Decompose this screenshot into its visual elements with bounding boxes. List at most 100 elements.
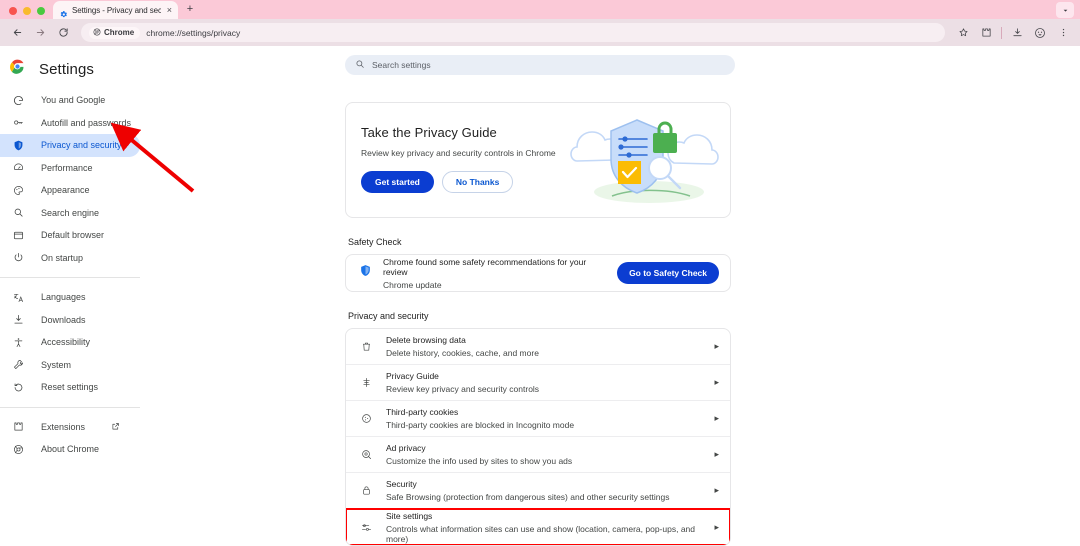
sidebar-item-label: Autofill and passwords — [41, 117, 132, 128]
safety-check-section-label: Safety Check — [348, 237, 402, 247]
sidebar-item-label: Default browser — [41, 230, 105, 241]
sidebar-item-label: Extensions — [41, 421, 86, 432]
privacy-guide-subtitle: Review key privacy and security controls… — [361, 148, 556, 158]
puzzle-icon[interactable] — [975, 22, 997, 44]
sidebar-item-you-and-google[interactable]: You and Google — [0, 89, 140, 112]
download-icon[interactable] — [1006, 22, 1028, 44]
maximize-window-button[interactable] — [37, 7, 45, 15]
trash-icon — [360, 341, 373, 352]
chrome-chip-label: Chrome — [104, 28, 135, 37]
sidebar-item-on-startup[interactable]: On startup — [0, 247, 140, 270]
sidebar-item-label: Accessibility — [41, 337, 91, 348]
sidebar-item-downloads[interactable]: Downloads — [0, 309, 140, 332]
row-subtitle: Customize the info used by sites to show… — [386, 456, 573, 466]
key-icon — [12, 117, 25, 128]
settings-sidebar: Settings You and Google Autofill and pas… — [0, 46, 345, 546]
tab-title: Settings - Privacy and securit — [72, 5, 161, 15]
browser-tab[interactable]: Settings - Privacy and securit × — [53, 1, 178, 19]
sidebar-item-default-browser[interactable]: Default browser — [0, 224, 140, 247]
row-texts: Privacy Guide Review key privacy and sec… — [386, 371, 701, 394]
row-subtitle: Third-party cookies are blocked in Incog… — [386, 420, 575, 430]
browser-window-icon — [12, 230, 25, 241]
chevron-down-icon[interactable] — [1056, 2, 1074, 18]
row-delete-browsing-data[interactable]: Delete browsing data Delete history, coo… — [346, 329, 730, 365]
sidebar-item-label: Performance — [41, 162, 93, 173]
row-site-settings[interactable]: Site settings Controls what information … — [346, 508, 730, 545]
browser-toolbar: Chrome chrome://settings/privacy — [0, 19, 1080, 46]
row-title: Third-party cookies — [386, 407, 459, 417]
close-window-button[interactable] — [9, 7, 17, 15]
new-tab-button[interactable]: + — [181, 0, 199, 18]
go-to-safety-check-button[interactable]: Go to Safety Check — [617, 262, 719, 284]
search-input[interactable]: Search settings — [345, 55, 735, 75]
sliders-icon — [360, 522, 373, 533]
privacy-guide-text: Take the Privacy Guide Review key privac… — [346, 103, 561, 217]
minimize-window-button[interactable] — [23, 7, 31, 15]
chrome-origin-chip: Chrome — [89, 26, 141, 39]
sidebar-item-accessibility[interactable]: Accessibility — [0, 331, 140, 354]
row-texts: Delete browsing data Delete history, coo… — [386, 335, 701, 358]
row-title: Privacy Guide — [386, 371, 439, 381]
external-link-icon[interactable] — [111, 422, 120, 431]
search-settings-wrapper: Search settings — [345, 55, 735, 75]
safety-check-subtitle: Chrome update — [383, 279, 442, 290]
row-third-party-cookies[interactable]: Third-party cookies Third-party cookies … — [346, 401, 730, 437]
extensions-icon — [12, 421, 25, 432]
sidebar-item-system[interactable]: System — [0, 354, 140, 377]
ad-privacy-icon — [360, 449, 373, 460]
sidebar-item-privacy-and-security[interactable]: Privacy and security — [0, 134, 140, 157]
accessibility-icon — [12, 337, 25, 348]
reset-icon — [12, 382, 25, 393]
sidebar-item-label: On startup — [41, 252, 84, 263]
power-icon — [12, 252, 25, 263]
sidebar-divider — [0, 406, 140, 408]
get-started-button[interactable]: Get started — [361, 171, 434, 193]
translate-icon — [12, 292, 25, 303]
browser-window: Settings - Privacy and securit × + Chrom… — [0, 0, 1080, 546]
google-g-icon — [12, 95, 25, 106]
sidebar-item-about-chrome[interactable]: About Chrome — [0, 438, 140, 461]
shield-filled-icon — [359, 264, 372, 282]
star-icon[interactable] — [952, 22, 974, 44]
three-dot-menu-icon[interactable] — [1052, 22, 1074, 44]
forward-arrow-icon[interactable] — [29, 22, 51, 44]
settings-main: Search settings Take the Privacy Guide R… — [345, 46, 1080, 546]
safety-check-card[interactable]: Chrome found some safety recommendations… — [345, 254, 731, 292]
sidebar-item-extensions[interactable]: Extensions — [0, 416, 140, 439]
safety-check-title: Chrome found some safety recommendations… — [383, 256, 587, 277]
row-title: Ad privacy — [386, 443, 426, 453]
row-ad-privacy[interactable]: Ad privacy Customize the info used by si… — [346, 437, 730, 473]
wrench-icon — [12, 359, 25, 370]
sidebar-item-languages[interactable]: Languages — [0, 286, 140, 309]
shield-icon — [12, 140, 25, 151]
reload-icon[interactable] — [52, 22, 74, 44]
search-icon — [355, 59, 365, 71]
row-security[interactable]: Security Safe Browsing (protection from … — [346, 473, 730, 509]
sidebar-item-label: Appearance — [41, 185, 90, 196]
sidebar-item-label: You and Google — [41, 95, 106, 106]
row-subtitle: Delete history, cookies, cache, and more — [386, 348, 539, 358]
privacy-settings-list: Delete browsing data Delete history, coo… — [345, 328, 731, 546]
row-privacy-guide[interactable]: Privacy Guide Review key privacy and sec… — [346, 365, 730, 401]
chevron-right-icon: ▸ — [714, 377, 719, 387]
privacy-section-label: Privacy and security — [348, 311, 429, 321]
toolbar-divider — [1001, 26, 1002, 39]
sidebar-item-search-engine[interactable]: Search engine — [0, 202, 140, 225]
safety-check-texts: Chrome found some safety recommendations… — [383, 257, 606, 290]
back-arrow-icon[interactable] — [6, 22, 28, 44]
chevron-right-icon: ▸ — [714, 341, 719, 351]
close-tab-button[interactable]: × — [165, 5, 172, 15]
profile-avatar-icon[interactable] — [1029, 22, 1051, 44]
sidebar-item-autofill-and-passwords[interactable]: Autofill and passwords — [0, 112, 140, 135]
chevron-right-icon: ▸ — [714, 521, 719, 532]
sidebar-item-appearance[interactable]: Appearance — [0, 179, 140, 202]
row-texts: Site settings Controls what information … — [386, 511, 701, 544]
sidebar-item-label: Search engine — [41, 207, 100, 218]
sidebar-item-reset-settings[interactable]: Reset settings — [0, 376, 140, 399]
sidebar-item-performance[interactable]: Performance — [0, 157, 140, 180]
no-thanks-button[interactable]: No Thanks — [441, 171, 514, 193]
sidebar-item-label: About Chrome — [41, 444, 100, 455]
address-bar[interactable]: Chrome chrome://settings/privacy — [81, 23, 945, 42]
lock-icon — [360, 485, 373, 496]
privacy-guide-actions: Get started No Thanks — [361, 171, 561, 193]
